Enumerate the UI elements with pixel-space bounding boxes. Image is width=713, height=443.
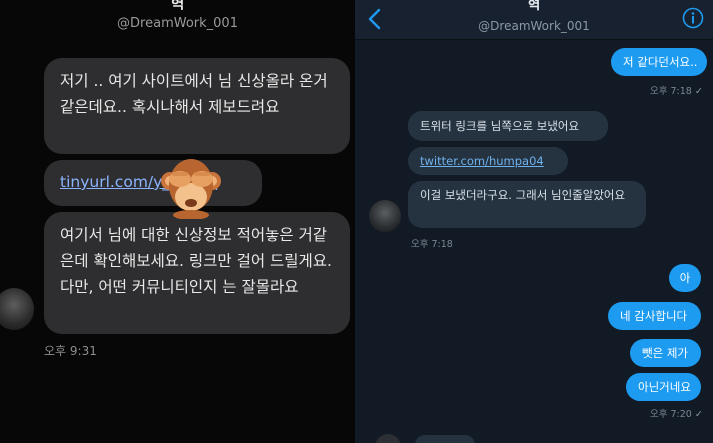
received-message-bubble: 트위터 링크를 님쪽으로 보냈어요 <box>408 111 608 141</box>
sent-message-bubble: 아 <box>669 264 701 292</box>
left-conversation-panel: 혁 @DreamWork_001 저기 .. 여기 사이트에서 님 신상올라 온… <box>0 0 355 443</box>
message-timestamp: 오후 7:18 ✓ <box>650 83 703 97</box>
right-header: 혁 @DreamWork_001 <box>355 0 713 40</box>
contact-name: 혁 <box>170 0 185 12</box>
sent-message-bubble: 아닌거네요 <box>626 373 701 401</box>
sent-message-bubble: 네 감사합니다 <box>608 302 701 330</box>
link-message-bubble: tinyurl.com/y______q <box>44 160 262 206</box>
right-conversation-panel: 혁 @DreamWork_001 저 같다던서요.. 오후 7:18 ✓ 트위터 … <box>355 0 713 443</box>
received-message-bubble: 이걸 보냈더라구요. 그래서 님인줄알았어요 <box>408 181 646 228</box>
timestamp-text: 오후 7:18 <box>650 86 692 97</box>
timestamp-text: 오후 7:20 <box>650 409 692 420</box>
left-header: 혁 @DreamWork_001 <box>0 0 355 42</box>
message-timestamp: 오후 7:20 ✓ <box>650 406 703 420</box>
received-message-bubble <box>415 435 475 443</box>
message-bubble: 저기 .. 여기 사이트에서 님 신상올라 온거같은데요.. 혹시나해서 제보드… <box>44 58 350 154</box>
avatar[interactable] <box>0 288 34 330</box>
see-no-evil-monkey-icon <box>161 159 221 219</box>
message-timestamp: 오후 9:31 <box>44 344 97 358</box>
contact-handle: @DreamWork_001 <box>478 19 590 33</box>
info-icon[interactable] <box>682 7 704 29</box>
avatar[interactable] <box>369 200 401 232</box>
contact-name: 혁 <box>527 0 541 13</box>
message-timestamp: 오후 7:18 <box>411 239 453 250</box>
contact-handle: @DreamWork_001 <box>117 16 238 31</box>
received-link-bubble: twitter.com/humpa04 <box>408 147 568 175</box>
avatar <box>375 434 401 443</box>
read-check-icon: ✓ <box>694 409 703 420</box>
sent-message-bubble: 저 같다던서요.. <box>611 48 707 76</box>
sent-message-bubble: 뺏은 제가 <box>630 339 701 367</box>
message-bubble: 여기서 님에 대한 신상정보 적어놓은 거같은데 확인해보세요. 링크만 걸어 … <box>44 212 350 334</box>
message-link[interactable]: twitter.com/humpa04 <box>420 154 544 168</box>
read-check-icon: ✓ <box>694 86 703 97</box>
